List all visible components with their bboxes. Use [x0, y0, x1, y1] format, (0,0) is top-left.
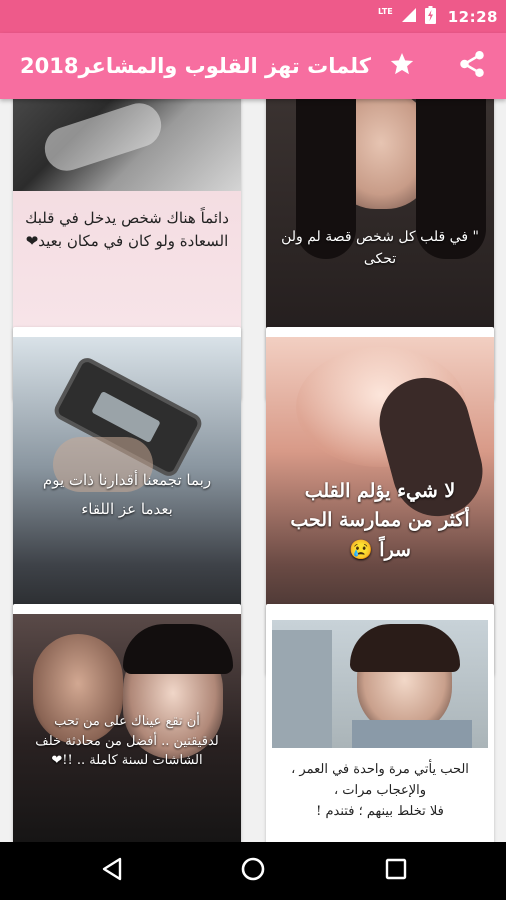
card-caption-line: الحب يأتي مرة واحدة في العمر ،	[291, 762, 469, 777]
image-card-5[interactable]: أن تقع عيناك على من تحب لدقيقتين .. أفضل…	[13, 604, 241, 842]
app-bar: كلمات تهز القلوب والمشاعر2018	[0, 33, 506, 99]
home-icon	[240, 856, 266, 886]
card-caption-line: لدقيقتين .. أفضل من محادثة خلف	[35, 733, 219, 749]
recents-icon	[385, 858, 407, 884]
card-caption-line: أكثر من ممارسة الحب سراً 😢	[290, 509, 470, 561]
card-caption-line: دائماً هناك شخص يدخل في قلبك	[25, 209, 229, 227]
signal-icon	[401, 7, 417, 27]
card-caption-line: " في قلب كل شخص قصة لم ولن تحكى	[281, 229, 479, 267]
card-caption-line: فلا تخلط بينهم ؛ فتندم !	[316, 803, 444, 819]
card-caption-line: السعادة ولو كان في مكان بعيد❤	[25, 232, 229, 251]
network-lte-icon: LTE	[378, 7, 393, 16]
battery-icon	[424, 5, 436, 28]
card-image-5: أن تقع عيناك على من تحب لدقيقتين .. أفضل…	[13, 614, 241, 842]
recents-button[interactable]	[376, 851, 416, 891]
image-grid: دائماً هناك شخص يدخل في قلبك السعادة ولو…	[0, 99, 506, 842]
share-icon	[457, 49, 487, 83]
share-button[interactable]	[452, 46, 492, 86]
card-image-6: الحب يأتي مرة واحدة في العمر ، والإعجاب …	[272, 620, 488, 842]
card-caption-line: ربما تجمعنا أقدارنا ذات يوم	[42, 471, 212, 489]
home-button[interactable]	[233, 851, 273, 891]
card-caption-line: والإعجاب مرات ،	[333, 782, 427, 798]
card-caption-line: أن تقع عيناك على من تحب	[54, 714, 200, 729]
card-caption-line: بعدما عز اللقاء	[81, 500, 173, 519]
app-title: كلمات تهز القلوب والمشاعر2018	[20, 54, 371, 78]
back-button[interactable]	[92, 851, 132, 891]
navigation-bar	[0, 842, 506, 900]
image-card-6[interactable]: الحب يأتي مرة واحدة في العمر ، والإعجاب …	[266, 604, 494, 842]
status-bar: LTE 12:28	[0, 0, 506, 33]
card-caption-line: الشاشات لسنة كاملة .. !!❤	[51, 753, 203, 768]
star-icon	[389, 51, 415, 81]
favorite-button[interactable]	[382, 46, 422, 86]
card-caption-line: لا شيء يؤلم القلب	[304, 480, 456, 502]
status-time: 12:28	[447, 7, 498, 26]
back-icon	[101, 857, 123, 885]
